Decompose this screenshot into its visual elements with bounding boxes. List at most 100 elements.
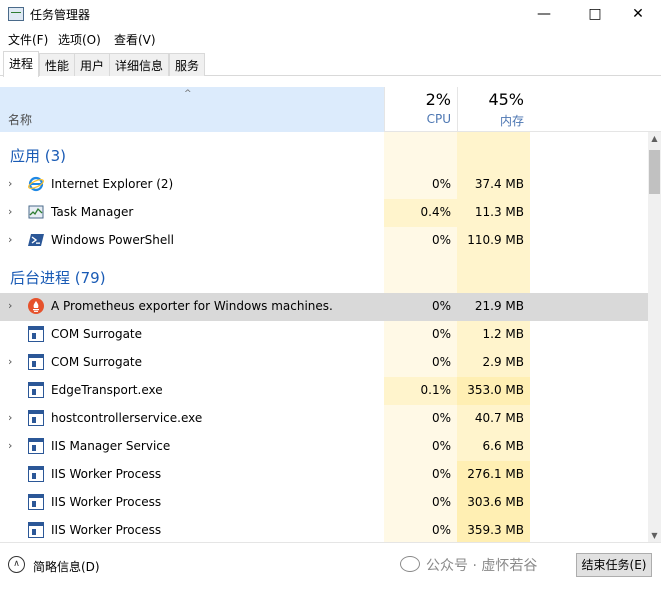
process-memory: 303.6 MB: [467, 495, 524, 509]
powershell-icon: [28, 234, 44, 246]
process-cpu: 0%: [431, 495, 451, 509]
process-row[interactable]: IIS Worker Process 0% 303.6 MB: [0, 489, 648, 517]
expand-chevron-icon[interactable]: ›: [8, 355, 12, 368]
process-name: COM Surrogate: [51, 327, 143, 341]
memory-total-percent: 45%: [488, 90, 524, 109]
process-row[interactable]: EdgeTransport.exe 0.1% 353.0 MB: [0, 377, 648, 405]
process-row[interactable]: › COM Surrogate 0% 2.9 MB: [0, 349, 648, 377]
wechat-logo-icon: [400, 556, 420, 572]
process-row[interactable]: COM Surrogate 0% 1.2 MB: [0, 321, 648, 349]
exe-icon: [28, 382, 44, 398]
internet-explorer-icon: [28, 176, 44, 192]
exe-icon: [28, 522, 44, 538]
menu-file[interactable]: 文件(F): [8, 31, 48, 48]
group-header-background: 后台进程 (79): [0, 262, 648, 292]
tab-performance[interactable]: 性能: [39, 53, 76, 76]
process-cpu: 0%: [431, 411, 451, 425]
process-cpu: 0%: [431, 439, 451, 453]
process-memory: 21.9 MB: [474, 299, 524, 313]
exe-icon: [28, 438, 44, 454]
process-memory: 359.3 MB: [467, 523, 524, 537]
process-memory: 353.0 MB: [467, 383, 524, 397]
exe-icon: [28, 326, 44, 342]
menu-view[interactable]: 查看(V): [114, 31, 156, 48]
memory-column-header[interactable]: 45% 内存: [457, 87, 530, 132]
group-header-apps: 应用 (3): [0, 140, 648, 170]
column-header-row: ^ 名称 2% CPU 45% 内存: [0, 87, 661, 132]
process-memory: 276.1 MB: [467, 467, 524, 481]
process-memory: 6.6 MB: [482, 439, 524, 453]
process-row[interactable]: › Internet Explorer (2) 0% 37.4 MB: [0, 171, 648, 199]
expand-chevron-icon[interactable]: ›: [8, 439, 12, 452]
menu-options[interactable]: 选项(O): [58, 31, 101, 48]
name-column-header[interactable]: ^ 名称: [0, 87, 384, 132]
process-name: hostcontrollerservice.exe: [51, 411, 203, 425]
fewer-details-link[interactable]: 简略信息(D): [33, 558, 100, 575]
tab-details[interactable]: 详细信息: [109, 53, 170, 76]
task-manager-app-icon: [8, 7, 24, 21]
cpu-column-header[interactable]: 2% CPU: [384, 87, 457, 132]
vertical-scrollbar[interactable]: ▲ ▼: [648, 132, 661, 542]
scrollbar-thumb[interactable]: [649, 150, 660, 194]
process-row[interactable]: › Task Manager 0.4% 11.3 MB: [0, 199, 648, 227]
window-title: 任务管理器: [30, 8, 91, 22]
tab-services[interactable]: 服务: [169, 53, 206, 76]
expand-chevron-icon[interactable]: ›: [8, 233, 12, 246]
process-row[interactable]: › Windows PowerShell 0% 110.9 MB: [0, 227, 648, 255]
process-row-selected[interactable]: › A Prometheus exporter for Windows mach…: [0, 293, 648, 321]
footer-bar: ∧ 简略信息(D) 公众号 · 虚怀若谷 结束任务(E): [0, 542, 661, 590]
memory-column-label: 内存: [499, 114, 524, 128]
process-cpu: 0.1%: [420, 383, 452, 397]
process-cpu: 0%: [431, 467, 451, 481]
expand-chevron-icon[interactable]: ›: [8, 411, 12, 424]
process-memory: 110.9 MB: [467, 233, 524, 247]
exe-icon: [28, 466, 44, 482]
close-button[interactable]: ✕: [615, 0, 661, 28]
expand-chevron-icon[interactable]: ›: [8, 205, 12, 218]
process-memory: 37.4 MB: [474, 177, 524, 191]
process-memory: 40.7 MB: [474, 411, 524, 425]
collapse-chevron-up-icon[interactable]: ∧: [8, 556, 25, 573]
process-name: Windows PowerShell: [51, 233, 174, 247]
title-bar: 任务管理器 — □ ✕: [0, 0, 661, 28]
maximize-button[interactable]: □: [572, 0, 618, 28]
process-name: IIS Worker Process: [51, 495, 162, 509]
task-manager-icon: [28, 205, 44, 219]
group-label-background: 后台进程 (79): [10, 269, 106, 287]
process-memory: 2.9 MB: [482, 355, 524, 369]
process-row[interactable]: IIS Worker Process 0% 359.3 MB: [0, 517, 648, 542]
scroll-up-arrow-icon[interactable]: ▲: [648, 134, 661, 143]
process-name: A Prometheus exporter for Windows machin…: [51, 299, 333, 313]
scroll-down-arrow-icon[interactable]: ▼: [648, 531, 661, 540]
process-memory: 11.3 MB: [474, 205, 524, 219]
group-label-apps: 应用 (3): [10, 147, 67, 165]
tab-users[interactable]: 用户: [74, 53, 111, 76]
minimize-button[interactable]: —: [521, 0, 567, 28]
expand-chevron-icon[interactable]: ›: [8, 299, 12, 312]
exe-icon: [28, 494, 44, 510]
process-cpu: 0.4%: [420, 205, 452, 219]
expand-chevron-icon[interactable]: ›: [8, 177, 12, 190]
process-cpu: 0%: [431, 523, 451, 537]
process-cpu: 0%: [431, 327, 451, 341]
process-name: EdgeTransport.exe: [51, 383, 163, 397]
end-task-button[interactable]: 结束任务(E): [576, 553, 652, 577]
watermark-text: 公众号 · 虚怀若谷: [426, 558, 538, 574]
exe-icon: [28, 354, 44, 370]
process-memory: 1.2 MB: [482, 327, 524, 341]
process-row[interactable]: › hostcontrollerservice.exe 0% 40.7 MB: [0, 405, 648, 433]
process-cpu: 0%: [431, 355, 451, 369]
process-name: IIS Worker Process: [51, 523, 162, 537]
process-cpu: 0%: [431, 177, 451, 191]
exe-icon: [28, 410, 44, 426]
cpu-column-label: CPU: [426, 112, 451, 126]
process-name: IIS Worker Process: [51, 467, 162, 481]
sort-ascending-icon: ^: [184, 89, 192, 99]
tab-strip: 进程 性能 用户 详细信息 服务: [0, 50, 661, 77]
menu-bar: 文件(F) 选项(O) 查看(V): [0, 28, 661, 50]
process-list: 应用 (3) › Internet Explorer (2) 0% 37.4 M…: [0, 132, 648, 542]
process-row[interactable]: › IIS Manager Service 0% 6.6 MB: [0, 433, 648, 461]
tab-processes[interactable]: 进程: [3, 51, 40, 77]
process-row[interactable]: IIS Worker Process 0% 276.1 MB: [0, 461, 648, 489]
prometheus-icon: [28, 298, 44, 314]
